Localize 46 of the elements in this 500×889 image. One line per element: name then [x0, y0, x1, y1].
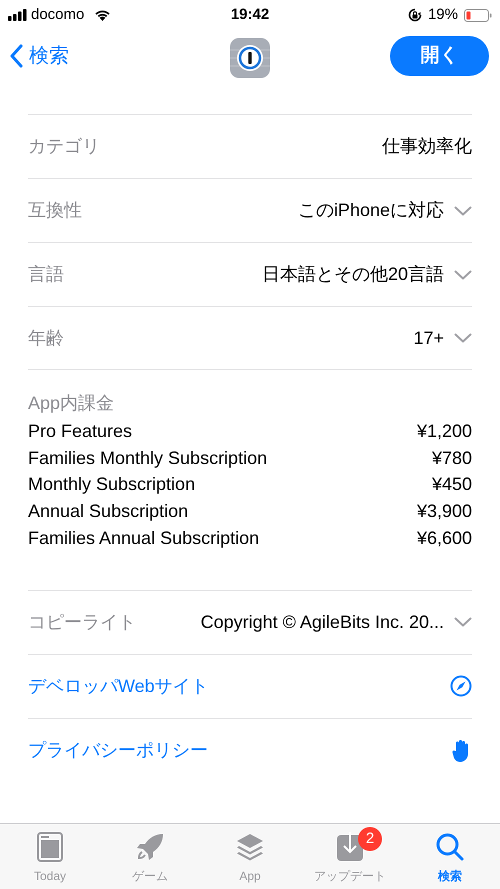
info-label: 年齢 [28, 326, 64, 350]
tab[interactable]: Today [0, 824, 100, 889]
search-icon [435, 832, 465, 862]
purchase-price: ¥3,900 [416, 500, 472, 524]
section-title: App内課金 [28, 392, 116, 415]
battery-percent: 19% [428, 4, 458, 25]
badge-count: 2 [358, 827, 382, 851]
purchase-price: ¥1,200 [416, 420, 472, 443]
info-value: 仕事効率化 [382, 135, 472, 158]
info-label: 言語 [28, 263, 64, 286]
back-button[interactable]: 検索 [10, 41, 69, 71]
clock-time: 19:42 [230, 4, 270, 25]
rotation-lock-icon [408, 8, 422, 22]
info-value: 17+ [413, 326, 444, 350]
info-value: 日本語とその他20言語 [262, 263, 444, 286]
tab[interactable]: ゲーム [100, 824, 200, 889]
tab[interactable]: 検索 [400, 824, 500, 889]
back-chevron-icon [10, 44, 23, 68]
purchase-name: Families Monthly Subscription [28, 446, 268, 470]
download-icon [336, 832, 364, 862]
purchase-name: Families Annual Subscription [28, 526, 260, 550]
rocket-icon [135, 832, 165, 862]
purchase-name: Annual Subscription [28, 500, 188, 524]
compass-icon [450, 675, 472, 698]
signal-icon [8, 9, 28, 21]
today-icon [37, 832, 63, 862]
purchase-price: ¥780 [432, 446, 472, 470]
wifi-icon [94, 9, 112, 21]
info-label: カテゴリ [28, 135, 100, 158]
info-value: Copyright © AgileBits Inc. 20... [200, 610, 444, 634]
purchase-name: Pro Features [28, 420, 132, 443]
app-icon [230, 38, 270, 78]
link-row[interactable]: プライバシーポリシー [28, 718, 472, 783]
tab[interactable]: App [200, 824, 300, 889]
info-label: 互換性 [28, 199, 82, 222]
layers-icon [235, 832, 265, 862]
link-row[interactable]: デベロッパWebサイト [28, 654, 472, 719]
tab[interactable]: アップデート 2 [300, 824, 400, 889]
carrier-name: docomo [31, 4, 84, 25]
purchase-name: Monthly Subscription [28, 473, 196, 496]
open-button[interactable]: 開く [390, 36, 489, 76]
battery-icon [464, 8, 492, 22]
purchase-price: ¥6,600 [416, 526, 472, 550]
purchase-price: ¥450 [432, 473, 472, 496]
info-value: このiPhoneに対応 [298, 199, 444, 222]
info-label: コピーライト [28, 610, 136, 634]
